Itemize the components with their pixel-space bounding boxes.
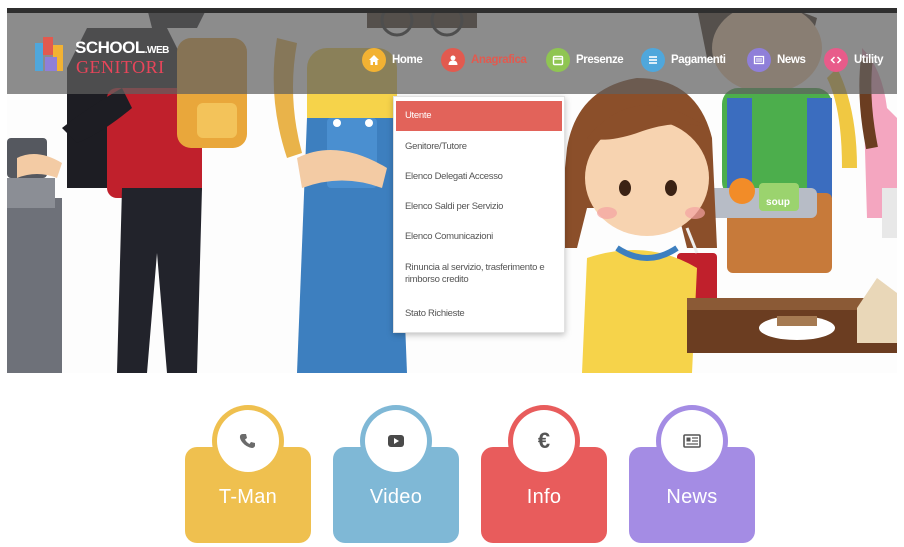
tile-news-label: News	[666, 486, 718, 508]
home-icon	[362, 48, 386, 72]
code-icon	[824, 48, 848, 72]
logo[interactable]: SCHOOL.WEB GENITORI	[35, 35, 175, 79]
logo-genitori-text: GENITORI	[76, 57, 165, 77]
tile-video[interactable]: Video	[333, 405, 459, 543]
nav-home-label: Home	[392, 54, 423, 66]
dropdown-item-utente[interactable]: Utente	[396, 101, 562, 131]
dropdown-item-elenco-delegati-accesso[interactable]: Elenco Delegati Accesso	[396, 171, 562, 183]
nav-news-label: News	[777, 54, 806, 66]
euro-icon: €	[513, 410, 575, 472]
page: soup SCHOOL.WEB GENITORI Home Anagrafica…	[0, 0, 904, 547]
play-icon	[365, 410, 427, 472]
nav-anagrafica[interactable]: Anagrafica	[441, 47, 527, 73]
nav-anagrafica-label: Anagrafica	[471, 54, 527, 66]
soup-label: soup	[766, 197, 790, 208]
phone-icon	[217, 410, 279, 472]
nav-presenze-label: Presenze	[576, 54, 624, 66]
dropdown-item-rinuncia-al-servizio[interactable]: Rinuncia al servizio, trasferimento e ri…	[396, 262, 556, 286]
tile-info-label: Info	[526, 486, 562, 508]
calendar-icon	[546, 48, 570, 72]
tile-t-man[interactable]: T-Man	[185, 405, 311, 543]
logo-mark-icon	[35, 37, 69, 73]
nav-pagamenti-label: Pagamenti	[671, 54, 726, 66]
dropdown-item-genitore-tutore[interactable]: Genitore/Tutore	[396, 141, 562, 153]
logo-school-text: SCHOOL.WEB	[75, 38, 169, 57]
top-nav-bar: SCHOOL.WEB GENITORI Home Anagrafica Pres…	[7, 8, 897, 94]
dropdown-item-stato-richieste[interactable]: Stato Richieste	[396, 308, 562, 320]
tile-video-label: Video	[369, 486, 423, 508]
tile-t-man-label: T-Man	[218, 486, 278, 508]
dropdown-item-elenco-comunicazioni[interactable]: Elenco Comunicazioni	[396, 231, 562, 243]
nav-home[interactable]: Home	[362, 47, 423, 73]
nav-news[interactable]: News	[747, 47, 806, 73]
nav-pagamenti[interactable]: Pagamenti	[641, 47, 726, 73]
nav-utility[interactable]: Utility	[824, 47, 884, 73]
newspaper-icon	[661, 410, 723, 472]
user-icon	[441, 48, 465, 72]
list-icon	[641, 48, 665, 72]
newspaper-icon	[747, 48, 771, 72]
tile-news[interactable]: News	[629, 405, 755, 543]
nav-presenze[interactable]: Presenze	[546, 47, 624, 73]
dropdown-item-elenco-saldi-per-servizio[interactable]: Elenco Saldi per Servizio	[396, 201, 562, 213]
nav-utility-label: Utility	[854, 54, 884, 66]
anagrafica-dropdown-menu: Utente Genitore/Tutore Elenco Delegati A…	[393, 96, 565, 333]
tile-info[interactable]: € Info	[481, 405, 607, 543]
